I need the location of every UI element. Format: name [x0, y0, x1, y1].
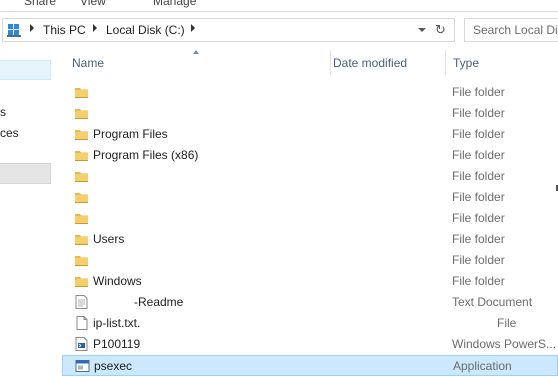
file-type: File folder [452, 169, 505, 183]
file-type: File [497, 316, 517, 330]
file-row[interactable]: Program Files File folder [62, 124, 558, 145]
breadcrumb-chevron-icon[interactable] [93, 24, 97, 32]
address-row: This PC Local Disk (C:) ↻ [0, 12, 558, 50]
powershell-script-icon [75, 337, 88, 351]
file-row[interactable]: psexec Application [62, 355, 558, 376]
column-header-type[interactable]: Type [446, 50, 558, 75]
file-name: -Readme [134, 295, 184, 309]
file-type: Windows PowerS... [452, 337, 557, 351]
folder-icon [75, 151, 88, 161]
folder-icon [75, 193, 88, 203]
refresh-icon[interactable]: ↻ [435, 22, 449, 38]
search-box[interactable] [464, 18, 558, 42]
folder-icon [75, 130, 88, 140]
folder-icon [75, 235, 88, 245]
file-type: Application [453, 359, 512, 373]
navigation-pane: s ces [0, 50, 60, 377]
nav-item-partial-places[interactable]: ces [0, 126, 19, 140]
file-row[interactable]: File folder [62, 208, 558, 229]
file-row[interactable]: Program Files (x86) File folder [62, 145, 558, 166]
this-pc-icon [7, 24, 21, 37]
breadcrumb-this-pc[interactable]: This PC [43, 23, 86, 37]
breadcrumb-chevron-icon[interactable] [30, 24, 34, 32]
folder-icon [75, 109, 88, 119]
breadcrumb-local-disk[interactable]: Local Disk (C:) [106, 23, 185, 37]
file-icon [76, 316, 88, 330]
folder-icon [75, 172, 88, 182]
file-type: File folder [452, 106, 505, 120]
file-row[interactable]: Users File folder [62, 229, 558, 250]
folder-icon [75, 214, 88, 224]
file-row[interactable]: ip-list.txt. File [62, 313, 558, 334]
file-type: File folder [452, 211, 505, 225]
file-row[interactable]: File folder [62, 82, 558, 103]
file-row[interactable]: File folder [62, 187, 558, 208]
file-type: File folder [452, 232, 505, 246]
file-name: Program Files (x86) [93, 148, 199, 162]
file-row[interactable]: File folder [62, 250, 558, 271]
file-type: File folder [452, 127, 505, 141]
column-header-name[interactable]: Name [62, 50, 330, 75]
ribbon-tab-strip: Share View Manage [0, 0, 558, 12]
nav-item-partial[interactable]: s [0, 105, 6, 119]
folder-icon [75, 256, 88, 266]
file-row[interactable]: File folder [62, 166, 558, 187]
nav-hover-item[interactable] [0, 163, 51, 184]
sort-ascending-icon [193, 50, 199, 54]
file-row[interactable]: -Readme Text Document [62, 292, 558, 313]
file-name: Program Files [93, 127, 168, 141]
file-type: File folder [452, 85, 505, 99]
file-type: File folder [452, 190, 505, 204]
folder-icon [75, 88, 88, 98]
address-bar[interactable]: This PC Local Disk (C:) ↻ [2, 18, 455, 42]
file-type: File folder [452, 148, 505, 162]
tab-manage[interactable]: Manage [153, 0, 196, 8]
folder-icon [75, 277, 88, 287]
file-name: ip-list.txt. [93, 316, 141, 330]
file-type: File folder [452, 274, 505, 288]
file-row[interactable]: File folder [62, 103, 558, 124]
file-row[interactable]: Windows File folder [62, 271, 558, 292]
tab-share[interactable]: Share [24, 0, 56, 8]
file-type: Text Document [452, 295, 533, 309]
file-name: Windows [93, 274, 142, 288]
tab-view[interactable]: View [80, 0, 106, 8]
text-document-icon [75, 295, 88, 309]
address-history-dropdown-icon[interactable] [418, 28, 426, 32]
file-name: psexec [94, 359, 133, 373]
column-header-date-modified[interactable]: Date modified [331, 50, 445, 75]
file-name: P100119 [93, 337, 141, 351]
application-icon [75, 360, 90, 372]
file-row[interactable]: P100119 Windows PowerS... [62, 334, 558, 355]
breadcrumb-chevron-icon[interactable] [191, 24, 195, 32]
search-input[interactable] [465, 19, 558, 41]
file-list: Name Date modified Type File folder File … [62, 50, 558, 377]
file-type: File folder [452, 253, 505, 267]
file-name: Users [93, 232, 125, 246]
nav-selected-item[interactable] [0, 60, 51, 80]
